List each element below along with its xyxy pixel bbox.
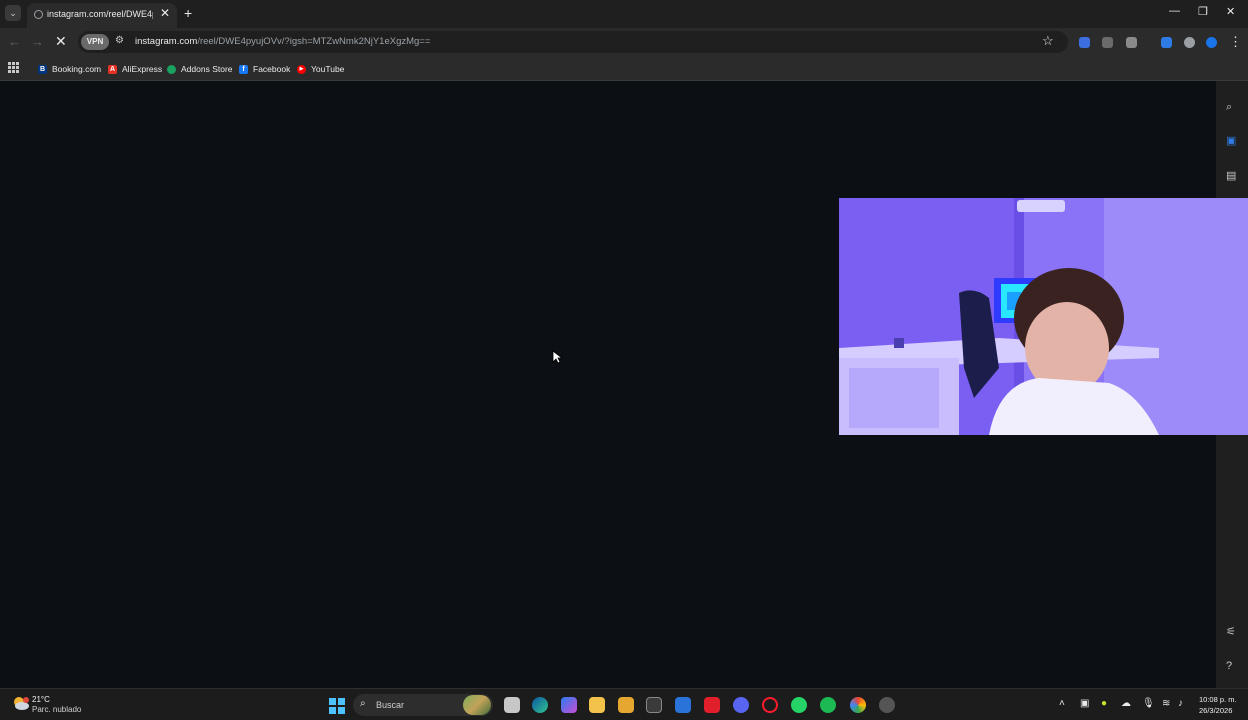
help-icon[interactable]: ? <box>1226 660 1232 672</box>
search-icon: ⌕ <box>360 698 366 709</box>
wps-icon[interactable] <box>704 697 720 713</box>
opera-icon[interactable] <box>762 697 778 713</box>
start-button[interactable] <box>329 698 345 714</box>
bookmark-star-icon[interactable]: ☆ <box>1042 33 1054 49</box>
booking-icon: B <box>38 64 47 74</box>
stop-loading-button[interactable]: ✕ <box>55 33 67 50</box>
download-icon[interactable] <box>1206 37 1217 48</box>
bookmark-label: Facebook <box>253 64 291 74</box>
extension-video-icon[interactable] <box>1102 37 1113 48</box>
url-path: /reel/DWE4pyujOVv/?igsh=MTZwNmk2NjY1eXgz… <box>197 36 431 47</box>
discord-icon[interactable] <box>733 697 749 713</box>
webcam-scene <box>839 198 1248 435</box>
tray-app-icon[interactable]: ▣ <box>1080 698 1089 709</box>
spotify-icon[interactable] <box>820 697 836 713</box>
new-tab-button[interactable]: + <box>184 5 192 21</box>
microphone-icon[interactable]: 🎙 <box>1142 698 1155 709</box>
chrome-icon[interactable] <box>850 697 866 713</box>
browser-toolbar: ← → ✕ VPN ⚙ instagram.com/reel/DWE4pyujO… <box>0 28 1248 56</box>
loading-favicon-icon <box>34 10 43 19</box>
weather-temp[interactable]: 21°C <box>32 695 50 704</box>
back-button[interactable]: ← <box>8 34 21 49</box>
bookmark-aliexpress[interactable]: A AliExpress <box>108 62 162 76</box>
url-host: instagram.com <box>135 36 198 47</box>
bookmark-facebook[interactable]: f Facebook <box>239 62 290 76</box>
menu-kebab-icon[interactable]: ⋮ <box>1229 34 1242 50</box>
tab-title: instagram.com/reel/DWE4pyujOVv <box>47 9 153 19</box>
bookmarks-bar: B Booking.com A AliExpress Addons Store … <box>0 56 1248 81</box>
bookmark-label: AliExpress <box>122 64 163 74</box>
bookmark-label: Booking.com <box>52 64 102 74</box>
tab-strip: ⌄ instagram.com/reel/DWE4pyujOVv ✕ + — ❐… <box>0 0 1248 28</box>
sidebar-toggle-icon[interactable] <box>1161 37 1172 48</box>
volume-icon[interactable]: ♪ <box>1178 698 1183 709</box>
aliexpress-icon: A <box>108 64 117 74</box>
task-view-icon[interactable] <box>504 697 520 713</box>
address-bar[interactable]: VPN ⚙ instagram.com/reel/DWE4pyujOVv/?ig… <box>78 31 1068 53</box>
chat-icon[interactable]: ▣ <box>1226 134 1236 147</box>
search-placeholder: Buscar <box>376 700 405 710</box>
customize-icon[interactable]: ⚟ <box>1226 625 1236 638</box>
copilot-icon[interactable] <box>561 697 577 713</box>
bookmark-booking[interactable]: B Booking.com <box>38 62 101 76</box>
bookmark-label: YouTube <box>311 64 345 74</box>
site-info-icon[interactable]: ⚙ <box>115 35 124 46</box>
tray-expand-icon[interactable]: ˄ <box>1059 698 1065 709</box>
whatsapp-icon[interactable] <box>791 697 807 713</box>
weather-description[interactable]: Parc. nublado <box>32 705 81 714</box>
windows-taskbar: 21°C Parc. nublado ⌕ Buscar ˄ ▣ ● ☁ 🎙 ≋ … <box>0 688 1248 720</box>
url-text[interactable]: instagram.com/reel/DWE4pyujOVv/?igsh=MTZ… <box>135 36 430 47</box>
search-highlight-icon <box>463 695 491 715</box>
close-window-button[interactable]: ✕ <box>1226 5 1235 18</box>
close-tab-icon[interactable]: ✕ <box>160 6 170 20</box>
vpn-badge[interactable]: VPN <box>81 34 109 50</box>
tray-status-icon[interactable]: ● <box>1101 698 1107 709</box>
file-explorer-icon[interactable] <box>589 697 605 713</box>
clock-time[interactable]: 10:08 p. m. <box>1199 695 1237 704</box>
bookmark-youtube[interactable]: ▶ YouTube <box>297 62 344 76</box>
profile-avatar-icon[interactable] <box>1184 37 1195 48</box>
wifi-icon[interactable]: ≋ <box>1162 698 1170 709</box>
terminal-icon[interactable] <box>646 697 662 713</box>
webcam-overlay <box>839 198 1248 435</box>
bookmark-addons-store[interactable]: Addons Store <box>167 62 233 76</box>
extension-shield-icon[interactable] <box>1079 37 1090 48</box>
tab-active[interactable]: instagram.com/reel/DWE4pyujOVv ✕ <box>27 3 177 28</box>
mail-icon[interactable] <box>675 697 691 713</box>
restore-button[interactable]: ❐ <box>1198 5 1208 18</box>
weather-cloud-icon[interactable] <box>12 695 30 713</box>
mouse-cursor-icon <box>552 350 562 364</box>
addons-store-icon <box>167 64 176 74</box>
apps-grid-icon[interactable] <box>8 62 19 73</box>
youtube-icon: ▶ <box>297 64 306 74</box>
app-icon[interactable] <box>879 697 895 713</box>
forward-button[interactable]: → <box>31 34 44 49</box>
bookmark-label: Addons Store <box>181 64 233 74</box>
reading-list-icon[interactable]: ▤ <box>1226 169 1236 182</box>
facebook-icon: f <box>239 64 248 74</box>
taskbar-search[interactable]: ⌕ Buscar <box>353 694 493 716</box>
search-lens-icon[interactable]: ⌕ <box>1226 101 1232 114</box>
edge-icon[interactable] <box>532 697 548 713</box>
minimize-button[interactable]: — <box>1169 5 1180 17</box>
tab-search-button[interactable]: ⌄ <box>5 5 21 21</box>
tray-cloud-icon[interactable]: ☁ <box>1121 698 1131 709</box>
store-icon[interactable] <box>618 697 634 713</box>
extensions-puzzle-icon[interactable] <box>1126 37 1137 48</box>
clock-date[interactable]: 26/3/2026 <box>1199 706 1232 715</box>
